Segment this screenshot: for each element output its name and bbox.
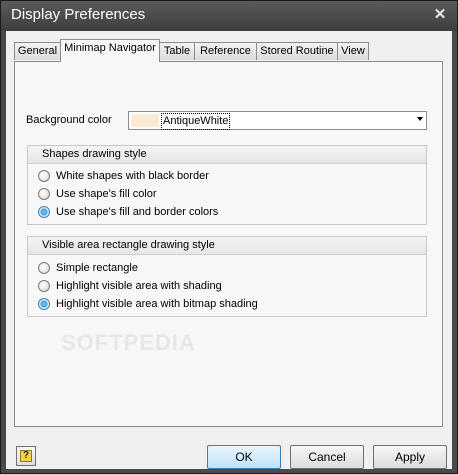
radio-button[interactable]: [38, 188, 50, 200]
radio-button[interactable]: [38, 262, 50, 274]
background-color-select[interactable]: AntiqueWhite: [128, 111, 427, 130]
shapes-drawing-style-group: Shapes drawing style White shapes with b…: [27, 145, 427, 225]
cancel-button[interactable]: Cancel: [290, 445, 364, 469]
radio-label: Use shape's fill color: [56, 188, 157, 200]
tab-panel-minimap-navigator: Background color AntiqueWhite Shapes dra…: [14, 61, 443, 427]
close-icon[interactable]: ✕: [431, 6, 449, 24]
radio-label: Highlight visible area with bitmap shadi…: [56, 298, 258, 310]
apply-button[interactable]: Apply: [373, 445, 447, 469]
dialog-body: General Minimap Navigator Table Referenc…: [6, 31, 452, 439]
tab-stored-routine[interactable]: Stored Routine: [256, 42, 338, 60]
tab-view[interactable]: View: [337, 42, 369, 60]
ok-button[interactable]: OK: [207, 445, 281, 469]
chevron-down-icon[interactable]: [417, 117, 423, 121]
color-swatch: [131, 114, 159, 127]
watermark: SOFTPEDIA: [61, 330, 196, 355]
radio-label: Simple rectangle: [56, 262, 138, 274]
radio-label: Use shape's fill and border colors: [56, 206, 219, 218]
tab-table[interactable]: Table: [159, 42, 195, 60]
radio-label: Highlight visible area with shading: [56, 280, 222, 292]
background-color-label: Background color: [26, 114, 112, 126]
radio-button-selected[interactable]: [38, 206, 50, 218]
tab-reference[interactable]: Reference: [194, 42, 257, 60]
background-color-value: AntiqueWhite: [161, 113, 231, 130]
radio-label: White shapes with black border: [56, 170, 209, 182]
dialog-footer: ? OK Cancel Apply: [6, 439, 452, 469]
radio-button[interactable]: [38, 280, 50, 292]
radio-button[interactable]: [38, 170, 50, 182]
tab-minimap-navigator[interactable]: Minimap Navigator: [60, 39, 160, 62]
radio-button-selected[interactable]: [38, 298, 50, 310]
title-bar[interactable]: Display Preferences ✕: [1, 1, 457, 31]
window-title: Display Preferences: [11, 6, 146, 23]
tab-general[interactable]: General: [14, 42, 61, 60]
help-icon: ?: [20, 450, 32, 462]
visible-area-drawing-style-group: Visible area rectangle drawing style Sim…: [27, 236, 427, 317]
help-button[interactable]: ?: [16, 446, 36, 466]
shapes-group-title: Shapes drawing style: [28, 146, 426, 164]
display-preferences-window: Display Preferences ✕ General Minimap Na…: [0, 0, 458, 474]
visible-group-title: Visible area rectangle drawing style: [28, 237, 426, 255]
